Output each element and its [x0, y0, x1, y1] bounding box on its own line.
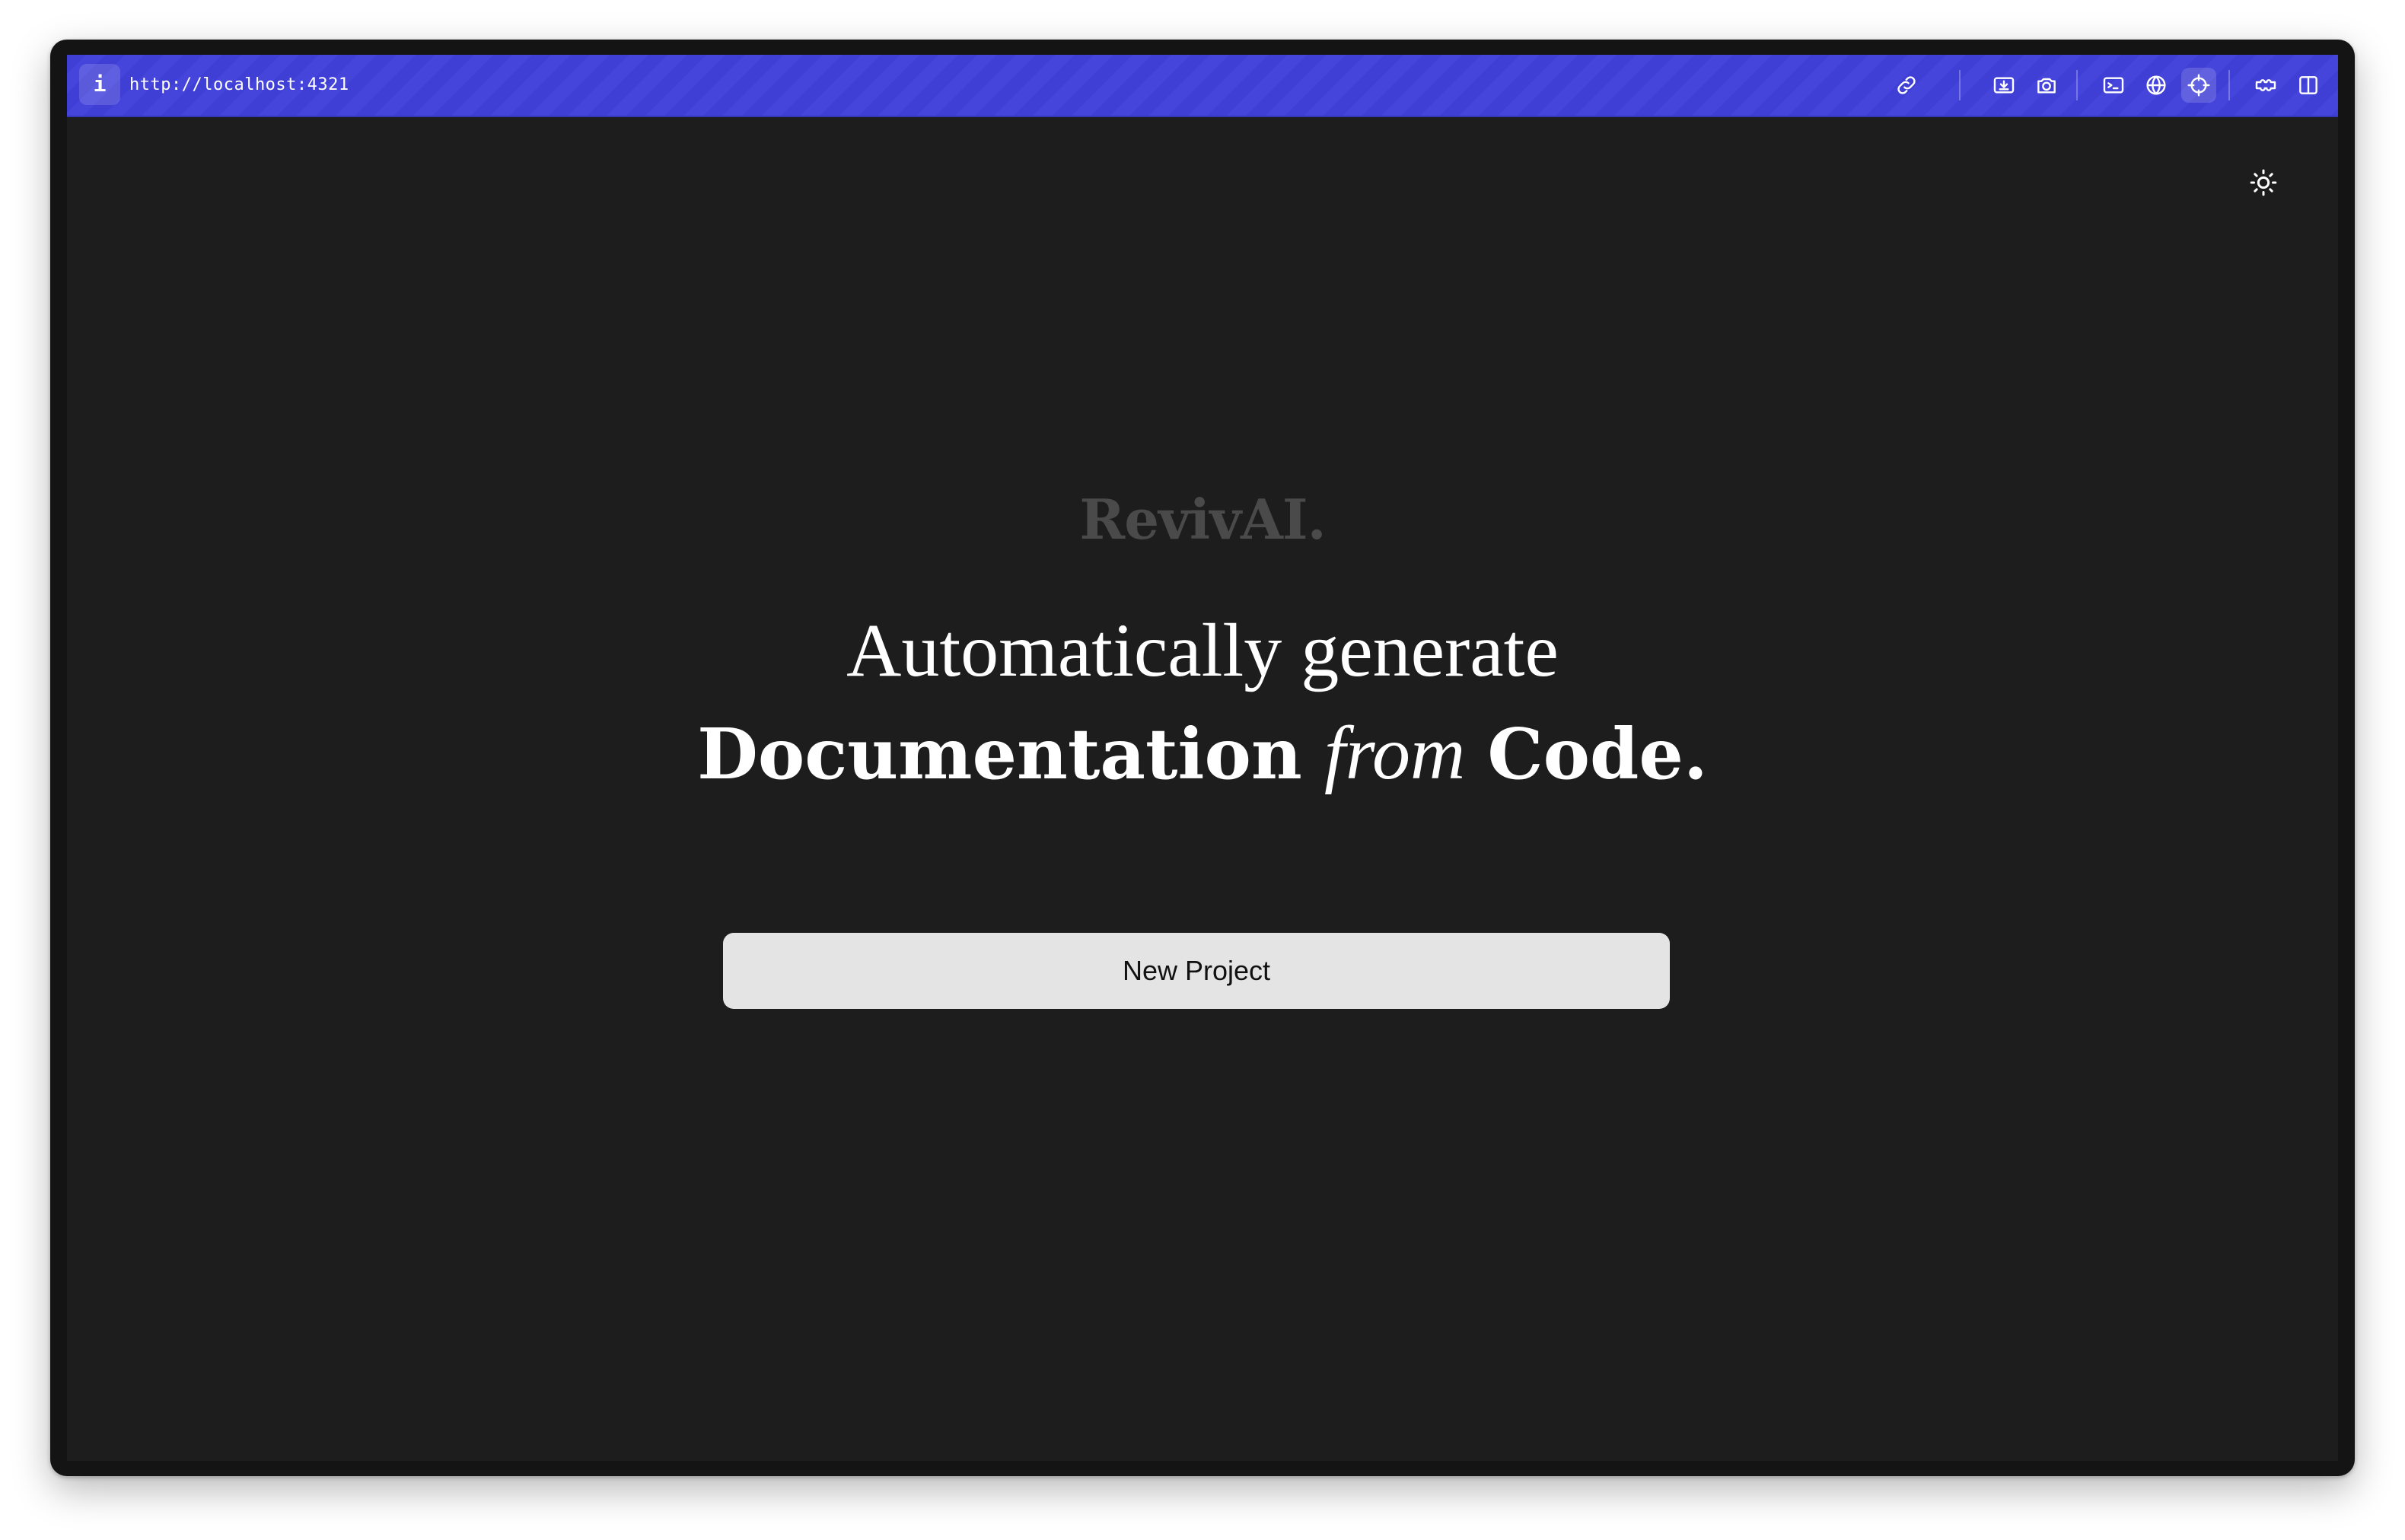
inspect-icon[interactable]	[1986, 68, 2021, 103]
crosshair-icon[interactable]	[2181, 68, 2216, 103]
split-panel-icon[interactable]	[2291, 68, 2326, 103]
site-info-button[interactable]: i	[79, 64, 120, 105]
toolbar-divider	[1959, 70, 1961, 100]
headline-word-documentation: Documentation	[697, 713, 1302, 795]
headline-line-1: Automatically generate	[846, 608, 1559, 692]
globe-icon[interactable]	[2139, 68, 2174, 103]
page-content: RevivAI. Automatically generate Document…	[67, 117, 2338, 1461]
toolbar-divider	[2076, 70, 2078, 100]
camera-icon[interactable]	[2029, 68, 2064, 103]
link-icon[interactable]	[1889, 68, 1924, 103]
browser-toolbar: i http://localhost:4321	[67, 55, 2338, 117]
headline-word-code: Code.	[1487, 713, 1708, 795]
headline-word-from: from	[1324, 711, 1466, 795]
toolbar-divider	[2228, 70, 2230, 100]
brand-logo: RevivAI.	[1079, 487, 1326, 552]
new-project-button[interactable]: New Project	[723, 933, 1670, 1009]
extension-icon[interactable]	[2248, 68, 2283, 103]
address-bar-url[interactable]: http://localhost:4321	[129, 55, 349, 116]
theme-toggle-button[interactable]	[2242, 161, 2285, 204]
terminal-icon[interactable]	[2096, 68, 2131, 103]
headline-line-2: Documentation from Code.	[67, 709, 2338, 797]
sun-icon	[2250, 169, 2277, 196]
